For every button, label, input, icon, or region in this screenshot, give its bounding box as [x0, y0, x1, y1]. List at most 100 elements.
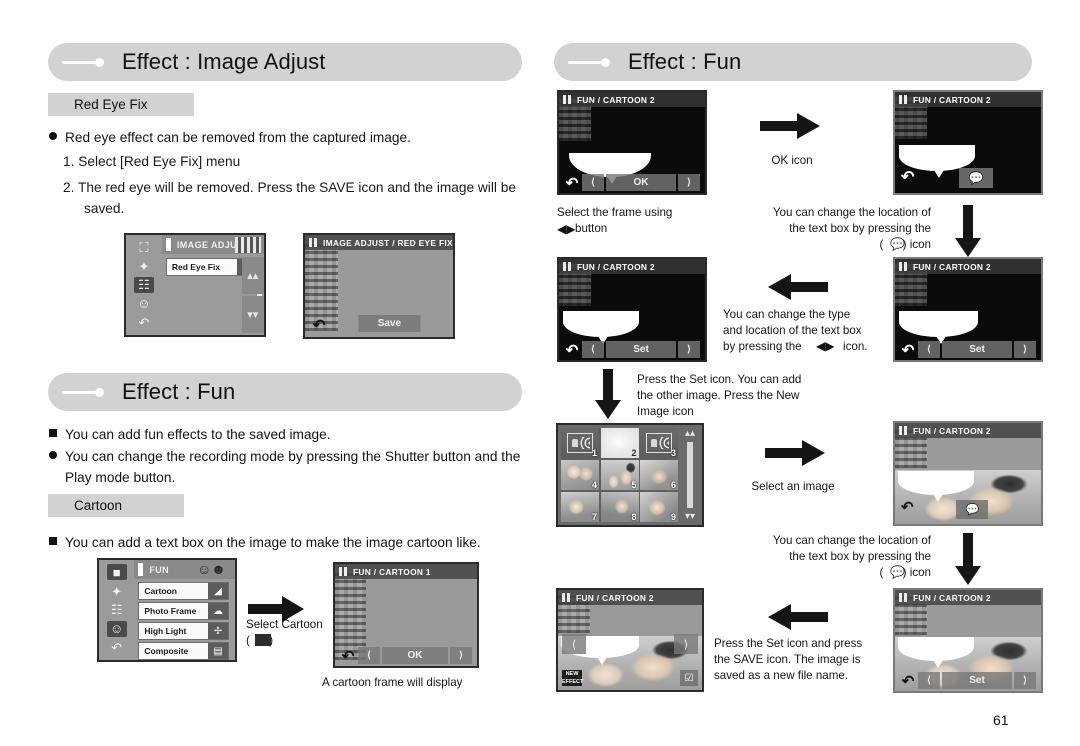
- header-dot-icon: [601, 57, 610, 67]
- composite-icon: ▤: [208, 643, 228, 659]
- caption-textbox-loc2-l2: the text box by pressing the: [789, 550, 931, 563]
- screen-fun-menu[interactable]: ■ ✦ ☷ ☺ ↶ FUN Cartoon ◢ Photo Frame ☁ Hi…: [97, 558, 237, 662]
- speech-bubble-icon[interactable]: 💬: [959, 168, 994, 188]
- back-icon[interactable]: ↶: [901, 498, 914, 516]
- menu-row-label: Photo Frame: [144, 606, 197, 616]
- menu-row-high-light[interactable]: High Light ✢: [138, 622, 229, 640]
- ok-button[interactable]: OK: [382, 647, 448, 664]
- thumbnail-item[interactable]: 4: [561, 459, 599, 491]
- thumbnail-item[interactable]: 2: [600, 428, 639, 459]
- back-icon[interactable]: ↶: [898, 341, 918, 359]
- back-icon[interactable]: ↶: [338, 647, 358, 665]
- screen-image-adjust-menu[interactable]: ⛶ ✦ ☷ ☺ ↶ IMAGE ADJUST Red Eye Fix ✦ ▴▴ …: [124, 233, 266, 337]
- manual-page: Effect : Image Adjust Red Eye Fix Red ey…: [0, 0, 1080, 746]
- screen-title-text: FUN / CARTOON 2: [577, 94, 655, 105]
- thumbnail-item[interactable]: 1: [561, 428, 599, 459]
- thumbnail-item[interactable]: 6: [640, 459, 678, 491]
- speech-bubble-icon[interactable]: 💬: [956, 500, 989, 519]
- section-header-fun-left: Effect : Fun: [48, 373, 522, 411]
- scroll-up-icon[interactable]: ▴▴: [241, 257, 264, 294]
- screen-fun-cartoon2-4[interactable]: FUN / CARTOON 2 ↶ ⟨ Set ⟩: [893, 257, 1043, 362]
- screen-fun-cartoon2-3[interactable]: FUN / CARTOON 2 ↶ ⟨ Set ⟩: [557, 257, 707, 362]
- battery-icon: [899, 426, 908, 435]
- next-button[interactable]: ⟩: [1014, 341, 1036, 358]
- screen-fun-cartoon2-1[interactable]: FUN / CARTOON 2 ↶ ⟨ OK ⟩: [557, 90, 707, 195]
- prev-button[interactable]: ⟨: [358, 647, 380, 664]
- thumbnail-item[interactable]: 8: [600, 491, 639, 522]
- frame-icon[interactable]: ⛶: [134, 239, 154, 255]
- screen-fun-cartoon2-5[interactable]: FUN / CARTOON 2 ↶ 💬: [893, 421, 1043, 526]
- screen-cartoon-1[interactable]: FUN / CARTOON 1 ↶ ⟨ OK ⟩: [333, 562, 479, 668]
- photo-frame-icon: ☁: [208, 603, 228, 619]
- menu-row-cartoon[interactable]: Cartoon ◢: [138, 582, 229, 600]
- prev-button[interactable]: ⟨: [918, 672, 940, 689]
- cartoon-icon: ◢: [208, 583, 228, 599]
- menu-title-text: FUN: [149, 564, 170, 575]
- image-adjust-icon[interactable]: ☷: [133, 276, 154, 293]
- scroll-down-icon[interactable]: ▾▾: [241, 296, 264, 333]
- next-button[interactable]: ⟩: [678, 174, 700, 191]
- fun-face-icon[interactable]: ☺: [106, 620, 127, 637]
- prev-button[interactable]: ⟨: [582, 174, 604, 191]
- menu-row-photo-frame[interactable]: Photo Frame ☁: [138, 602, 229, 620]
- thumbnail-item[interactable]: 3: [640, 428, 678, 459]
- caption-textbox-loc2-l1: You can change the location of: [772, 534, 931, 547]
- body-text-cartoon: You can add a text box on the image to m…: [65, 535, 481, 550]
- magic-wand-icon[interactable]: ✦: [134, 258, 154, 274]
- screen-title-bar: FUN / CARTOON 2: [558, 590, 702, 605]
- scroll-down-icon[interactable]: ▾▾: [685, 511, 695, 522]
- next-button[interactable]: ⟩: [678, 341, 700, 358]
- save-icon[interactable]: ☑: [680, 670, 698, 686]
- battery-icon: [339, 567, 348, 576]
- back-icon[interactable]: ↶: [562, 341, 582, 359]
- control-bar: ↶ ⟨ Set ⟩: [562, 341, 702, 359]
- screen-thumbnail-grid[interactable]: 1 2 3 4 5 6 7 8 9 ▴▴ ▾▾: [556, 423, 704, 527]
- ok-button[interactable]: OK: [606, 174, 676, 191]
- thumbnail-item[interactable]: 7: [561, 491, 599, 522]
- prev-button[interactable]: ⟨: [918, 341, 940, 358]
- cartoon-icon: [255, 634, 271, 646]
- next-button[interactable]: ⟩: [1014, 672, 1036, 689]
- arrow-right-icon: [765, 440, 825, 466]
- screen-fun-cartoon2-6[interactable]: FUN / CARTOON 2 ⟨ ⟩ NEW EFFECT ☑: [556, 588, 704, 692]
- caption-textbox-loc-l1: You can change the location of: [772, 206, 931, 219]
- prev-button[interactable]: ⟨: [562, 634, 586, 654]
- back-icon[interactable]: ↶: [309, 316, 329, 334]
- section-header-fun-right: Effect : Fun: [554, 43, 1032, 81]
- page-number: 61: [993, 712, 1009, 728]
- back-icon[interactable]: ↶: [898, 672, 918, 690]
- screen-title-bar: FUN / CARTOON 2: [895, 92, 1041, 107]
- scrollbar[interactable]: [687, 442, 693, 508]
- fun-face-icon[interactable]: ☺: [134, 296, 154, 312]
- set-button[interactable]: Set: [942, 672, 1012, 689]
- screen-title-text: FUN / CARTOON 1: [353, 566, 431, 577]
- screen-fun-cartoon2-7[interactable]: FUN / CARTOON 2 ↶ ⟨ Set ⟩: [893, 588, 1043, 693]
- back-icon[interactable]: ↶: [134, 315, 154, 331]
- step-2-cont: saved.: [84, 201, 125, 216]
- menu-row-composite[interactable]: Composite ▤: [138, 642, 229, 660]
- image-adjust-icon[interactable]: ☷: [107, 602, 127, 618]
- frame-icon[interactable]: ■: [106, 564, 127, 581]
- back-icon[interactable]: ↶: [562, 174, 582, 192]
- prev-button[interactable]: ⟨: [582, 341, 604, 358]
- thumbnail-number: 4: [591, 480, 597, 491]
- new-image-icon[interactable]: NEW EFFECT: [562, 670, 583, 686]
- screen-red-eye-result[interactable]: IMAGE ADJUST / RED EYE FIX ↶ Save: [303, 233, 455, 339]
- scroll-up-icon[interactable]: ▴▴: [685, 428, 695, 439]
- next-button[interactable]: ⟩: [674, 634, 698, 654]
- back-icon[interactable]: ↶: [901, 167, 914, 187]
- set-button[interactable]: Set: [606, 341, 676, 358]
- save-button[interactable]: Save: [358, 315, 421, 332]
- back-icon[interactable]: ↶: [107, 640, 127, 656]
- screen-fun-cartoon2-2[interactable]: FUN / CARTOON 2 ↶ 💬: [893, 90, 1043, 195]
- next-button[interactable]: ⟩: [450, 647, 472, 664]
- screen-title-bar: FUN / CARTOON 2: [895, 259, 1041, 274]
- magic-wand-icon[interactable]: ✦: [107, 583, 127, 599]
- thumbnail-item[interactable]: 9: [640, 491, 678, 522]
- left-right-arrow-icon: ◀▶: [816, 339, 835, 353]
- thumbnail-item[interactable]: 5: [600, 459, 639, 491]
- section-header-image-adjust: Effect : Image Adjust: [48, 43, 522, 81]
- bullet-icon: [49, 429, 57, 437]
- thumbnail-grid: 1 2 3 4 5 6 7 8 9: [561, 428, 678, 522]
- set-button[interactable]: Set: [942, 341, 1012, 358]
